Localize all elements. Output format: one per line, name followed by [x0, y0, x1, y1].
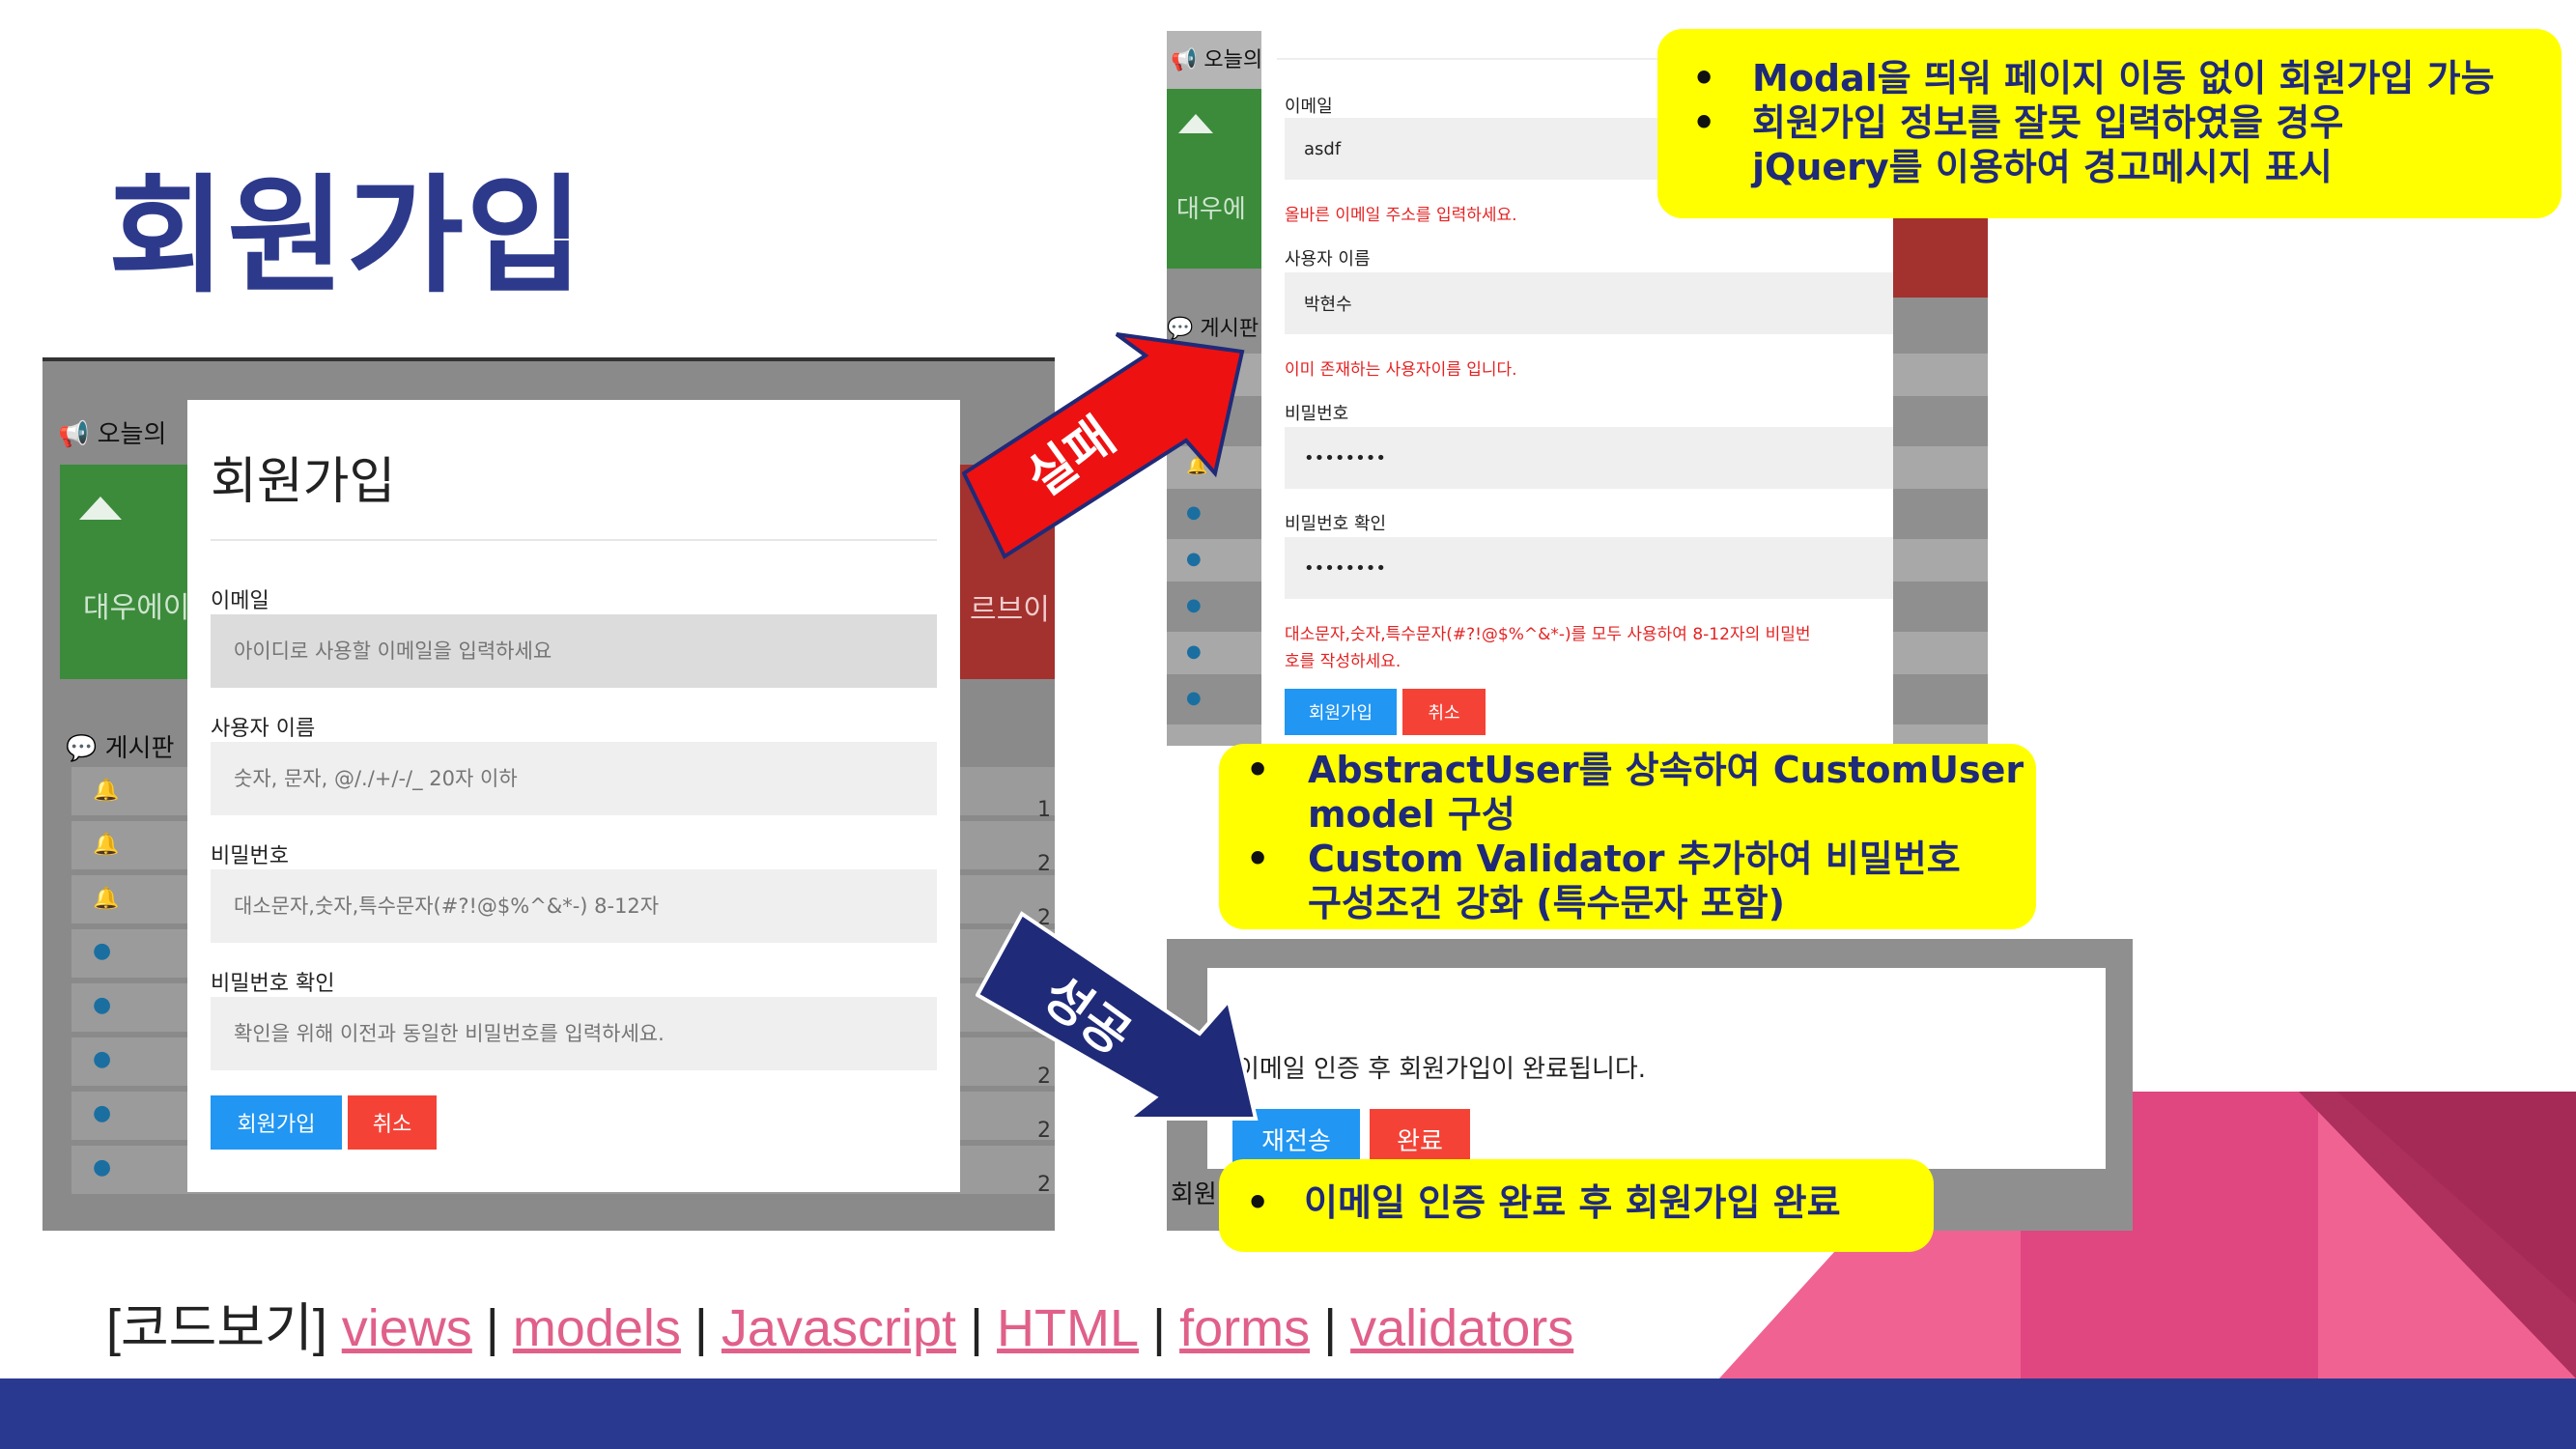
bell-icon: 🔔: [93, 887, 120, 911]
comment-icon: ●: [93, 939, 112, 963]
today-label: 오늘의: [1203, 48, 1263, 72]
today-header: 📢 오늘의: [1171, 43, 1262, 73]
code-links-prefix: [코드보기]: [106, 1299, 327, 1357]
comment-icon: ●: [1186, 595, 1202, 615]
row-number: 2: [1037, 852, 1051, 876]
callout-bullet: • AbstractUser를 상속하여 CustomUser: [1219, 748, 2036, 792]
link-models[interactable]: models: [513, 1299, 681, 1357]
callout-text: 이메일 인증 완료 후 회원가입 완료: [1304, 1181, 1841, 1224]
username-field[interactable]: [1285, 272, 1893, 334]
signup-modal-screenshot: 📢 오늘의 대우에이 르브이 💬 게시판 🔔 🔔 🔔 ● ● ● ● ● 1 2…: [42, 357, 1055, 1231]
verification-dialog: 이메일 인증 후 회원가입이 완료됩니다. 재전송 완료: [1207, 968, 2106, 1169]
username-field[interactable]: [211, 742, 937, 815]
link-views[interactable]: views: [342, 1299, 472, 1357]
row-number: 1: [1037, 798, 1051, 822]
signup-button[interactable]: 회원가입: [1285, 689, 1397, 735]
password-label: 비밀번호: [1285, 404, 1349, 424]
bullet-icon: •: [1246, 749, 1270, 791]
callout-bullet-continuation: model 구성: [1219, 792, 2036, 837]
green-panel-text: 대우에이: [83, 591, 190, 625]
bell-icon: 🔔: [93, 833, 120, 857]
username-label: 사용자 이름: [1285, 249, 1371, 270]
password-field[interactable]: [211, 869, 937, 943]
email-error: 올바른 이메일 주소를 입력하세요.: [1285, 206, 1517, 225]
link-validators[interactable]: validators: [1350, 1299, 1573, 1357]
email-field[interactable]: [211, 614, 937, 688]
bullet-icon: •: [1692, 57, 1716, 99]
callout-text: Modal을 띄워 페이지 이동 없이 회원가입 가능: [1752, 57, 2495, 99]
username-error: 이미 존재하는 사용자이름 입니다.: [1285, 360, 1517, 380]
callout-email-verification: • 이메일 인증 완료 후 회원가입 완료: [1219, 1159, 1934, 1252]
comments-icon: 💬: [66, 734, 98, 763]
callout-custom-user: • AbstractUser를 상속하여 CustomUser model 구성 …: [1219, 744, 2036, 929]
callout-text: AbstractUser를 상속하여 CustomUser: [1308, 749, 2024, 791]
today-label: 오늘의: [97, 420, 167, 449]
comment-icon: ●: [93, 993, 112, 1017]
callout-bullet: • Custom Validator 추가하여 비밀번호: [1219, 837, 2036, 881]
separator: |: [694, 1299, 708, 1357]
separator: |: [1323, 1299, 1338, 1357]
bottom-band: [0, 1378, 2576, 1449]
callout-text: jQuery를 이용하여 경고메시지 표시: [1752, 146, 2333, 188]
caret-up-icon: [79, 497, 122, 520]
comment-icon: ●: [93, 1155, 112, 1179]
signup-modal: 회원가입 이메일 사용자 이름 비밀번호 비밀번호 확인 회원가입 취소: [187, 400, 960, 1192]
today-header: 📢 오늘의: [58, 414, 166, 450]
cancel-button[interactable]: 취소: [1402, 689, 1486, 735]
comment-icon: ●: [1186, 688, 1202, 708]
separator: |: [1152, 1299, 1167, 1357]
comment-icon: ●: [93, 1047, 112, 1071]
username-label: 사용자 이름: [211, 717, 316, 741]
divider: [211, 539, 937, 541]
callout-text: 회원가입 정보를 잘못 입력하였을 경우: [1752, 101, 2344, 144]
board-label: 게시판: [104, 734, 175, 763]
link-javascript[interactable]: Javascript: [722, 1299, 956, 1357]
password-label: 비밀번호: [211, 844, 289, 868]
email-label: 이메일: [211, 589, 269, 613]
comment-icon: ●: [93, 1101, 112, 1125]
bullet-icon: •: [1246, 1181, 1270, 1224]
link-forms[interactable]: forms: [1179, 1299, 1310, 1357]
password-field[interactable]: [1285, 427, 1893, 489]
side-label: 회원: [1171, 1180, 1217, 1209]
password-confirm-label: 비밀번호 확인: [211, 972, 335, 996]
callout-bullet: • Modal을 띄워 페이지 이동 없이 회원가입 가능: [1657, 56, 2562, 100]
callout-bullet-continuation: jQuery를 이용하여 경고메시지 표시: [1657, 145, 2562, 189]
board-header: 💬 게시판: [66, 728, 174, 764]
green-panel-text: 대우에: [1176, 195, 1246, 224]
link-html[interactable]: HTML: [997, 1299, 1139, 1357]
email-label: 이메일: [1285, 97, 1333, 117]
caret-up-icon: [1178, 114, 1213, 133]
megaphone-icon: 📢: [58, 420, 90, 449]
callout-text: Custom Validator 추가하여 비밀번호: [1308, 838, 1961, 880]
password-error-line1: 대소문자,숫자,특수문자(#?!@$%^&*-)를 모두 사용하여 8-12자의…: [1285, 625, 1811, 644]
callout-modal-jquery: • Modal을 띄워 페이지 이동 없이 회원가입 가능 • 회원가입 정보를 잘…: [1657, 29, 2562, 218]
row-number: 2: [1037, 1173, 1051, 1197]
code-links: [코드보기] views | models | Javascript | HTML | form…: [106, 1285, 1573, 1361]
separator: |: [970, 1299, 984, 1357]
signup-button[interactable]: 회원가입: [211, 1095, 342, 1150]
callout-text: 구성조건 강화 (특수문자 포함): [1308, 882, 1785, 924]
separator: |: [485, 1299, 499, 1357]
callout-bullet-continuation: 구성조건 강화 (특수문자 포함): [1219, 881, 2036, 925]
bullet-icon: •: [1246, 838, 1270, 880]
slide-title: 회원가입: [108, 162, 585, 311]
comment-icon: ●: [1186, 641, 1202, 662]
password-confirm-field[interactable]: [211, 997, 937, 1070]
red-panel-text: 르브이: [970, 593, 1050, 627]
password-confirm-field[interactable]: [1285, 537, 1893, 599]
password-error-line2: 호를 작성하세요.: [1285, 652, 1401, 671]
callout-bullet: • 회원가입 정보를 잘못 입력하였을 경우: [1657, 100, 2562, 145]
megaphone-icon: 📢: [1171, 48, 1198, 72]
modal-title: 회원가입: [211, 453, 396, 511]
password-confirm-label: 비밀번호 확인: [1285, 514, 1387, 534]
verification-message: 이메일 인증 후 회원가입이 완료됩니다.: [1236, 1055, 1647, 1084]
bullet-icon: •: [1692, 101, 1716, 144]
bell-icon: 🔔: [93, 779, 120, 803]
cancel-button[interactable]: 취소: [348, 1095, 437, 1150]
callout-text: model 구성: [1308, 793, 1515, 836]
callout-bullet: • 이메일 인증 완료 후 회원가입 완료: [1219, 1180, 1934, 1225]
